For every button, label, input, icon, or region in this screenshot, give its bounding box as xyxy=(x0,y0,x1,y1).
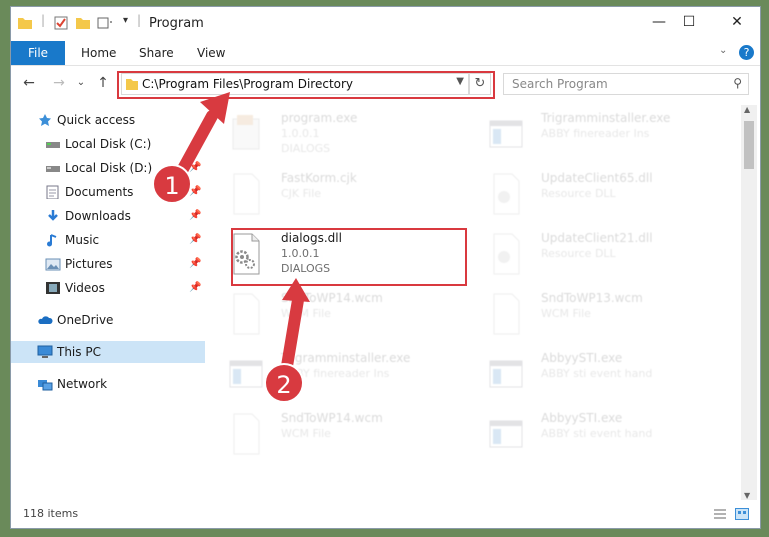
step-marker: 2 xyxy=(264,363,304,403)
step-marker: 1 xyxy=(152,164,192,204)
annotation-arrows xyxy=(172,92,310,378)
